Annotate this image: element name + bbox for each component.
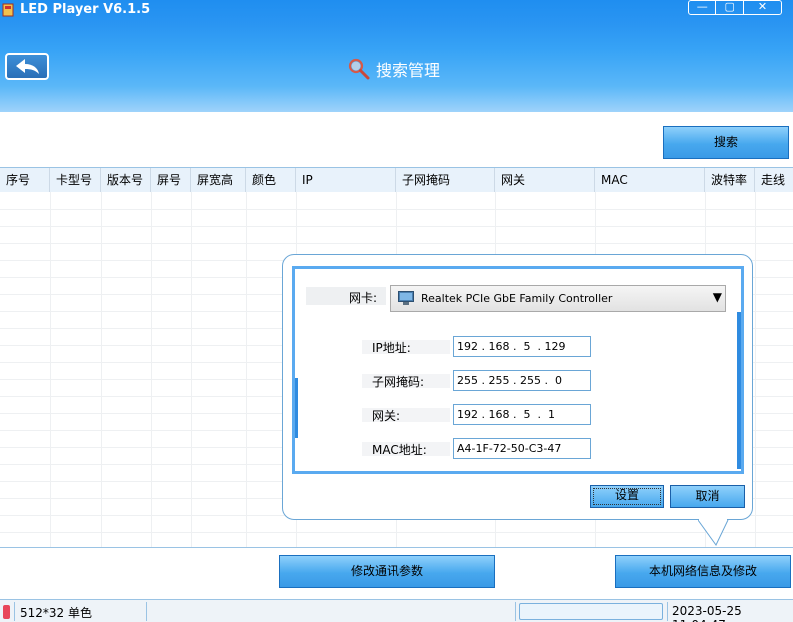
nic-label: 网卡: [349,291,378,305]
mac-label: MAC地址: [372,443,427,457]
col-subnet-mask[interactable]: 子网掩码 [396,168,495,192]
panel-scrollbar[interactable] [737,312,741,469]
grid-line [50,192,51,547]
local-network-info-button[interactable]: 本机网络信息及修改 [615,555,791,588]
chevron-down-icon[interactable]: ▼ [713,290,722,304]
col-baud-rate[interactable]: 波特率 [705,168,755,192]
status-separator [667,602,668,621]
search-button[interactable]: 搜索 [663,126,789,159]
close-button[interactable]: ✕ [744,1,781,14]
col-ip[interactable]: IP [296,168,396,192]
status-datetime: 2023-05-25 11:04:47 [672,604,742,622]
col-version[interactable]: 版本号 [101,168,151,192]
minimize-button[interactable]: — [689,1,717,14]
window-controls: — ▢ ✕ [688,0,782,15]
maximize-button[interactable]: ▢ [716,1,744,14]
ip-field[interactable]: 192 . 168 . 5 . 129 [453,336,591,357]
app-icon [2,3,14,17]
cancel-button[interactable]: 取消 [670,485,745,508]
mask-label: 子网掩码: [372,375,425,389]
back-button[interactable] [5,53,49,80]
magnifier-icon [348,58,370,80]
grid-line [0,532,793,533]
network-card-icon [398,291,414,305]
mac-field[interactable]: A4-1F-72-50-C3-47 [453,438,591,459]
grid-line [191,192,192,547]
table-header: 序号 卡型号 版本号 屏号 屏宽高 颜色 IP 子网掩码 网关 MAC 波特率 … [0,168,793,192]
modify-comm-params-button[interactable]: 修改通讯参数 [279,555,495,588]
back-arrow-icon [16,59,39,74]
gateway-label: 网关: [372,409,401,423]
grid-line [101,192,102,547]
grid-line [246,192,247,547]
panel-left-bar [295,378,298,438]
col-screen-size[interactable]: 屏宽高 [191,168,246,192]
col-screen-no[interactable]: 屏号 [151,168,191,192]
grid-line [0,226,793,227]
set-button[interactable]: 设置 [590,485,664,508]
grid-line [755,192,756,547]
grid-line [0,209,793,210]
col-wiring[interactable]: 走线 [755,168,793,192]
display-status-icon [3,605,10,619]
nic-value: Realtek PCIe GbE Family Controller [421,292,613,305]
col-card-model[interactable]: 卡型号 [50,168,101,192]
page-title-group: 搜索管理 [348,57,440,81]
gateway-field[interactable]: 192 . 168 . 5 . 1 [453,404,591,425]
col-color[interactable]: 颜色 [246,168,296,192]
grid-line [0,243,793,244]
grid-line [151,192,152,547]
status-separator [14,602,15,621]
subnet-mask-field[interactable]: 255 . 255 . 255 . 0 [453,370,591,391]
progress-bar [519,603,663,620]
status-separator [515,602,516,621]
col-index[interactable]: 序号 [0,168,50,192]
popup-tail [698,519,729,546]
nic-select[interactable]: Realtek PCIe GbE Family Controller ▼ [390,285,726,312]
col-mac[interactable]: MAC [595,168,705,192]
ip-label: IP地址: [372,341,411,355]
app-title: LED Player V6.1.5 [20,2,151,17]
status-separator [146,602,147,621]
col-gateway[interactable]: 网关 [495,168,595,192]
screen-resolution: 512*32 单色 [20,606,92,620]
status-bar: 512*32 单色 2023-05-25 11:04:47 [0,599,793,622]
page-title: 搜索管理 [376,61,441,80]
